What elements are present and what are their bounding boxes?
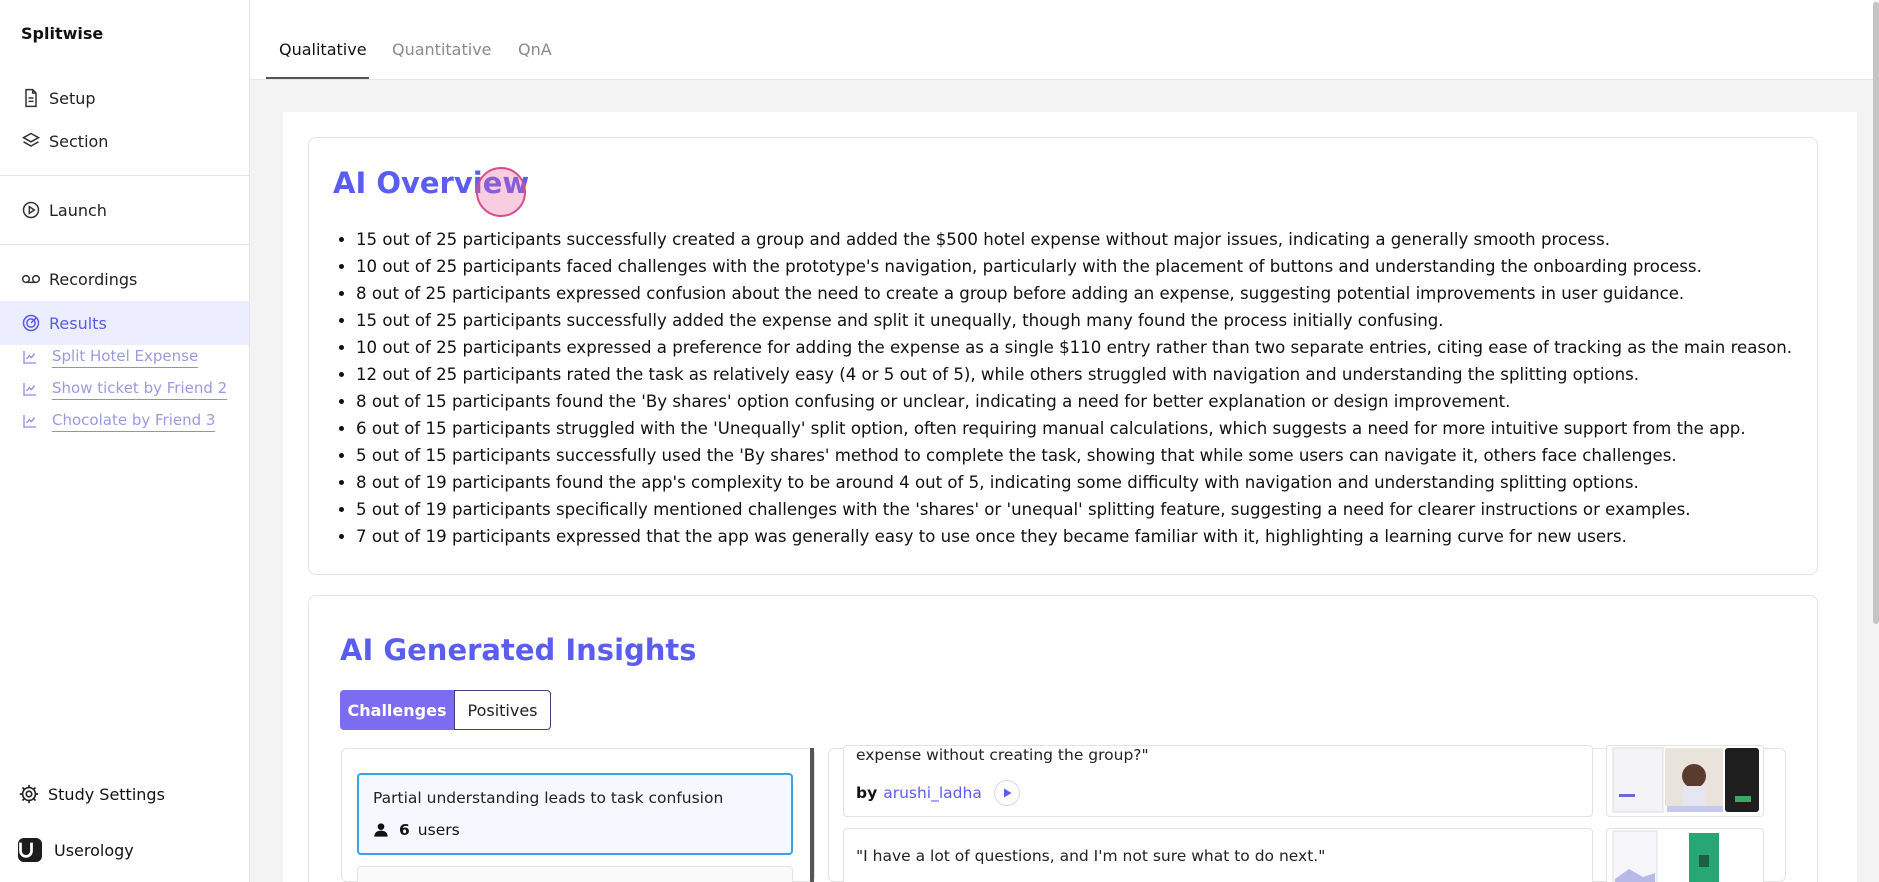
challenge-title: Partial understanding leads to task conf…	[373, 789, 724, 807]
study-settings-label: Study Settings	[48, 784, 165, 804]
overview-bullet: 5 out of 19 participants specifically me…	[356, 496, 1796, 523]
overview-bullet: 10 out of 25 participants expressed a pr…	[356, 334, 1796, 361]
challenge-user-count: 6 users	[373, 821, 460, 839]
overview-bullet: 8 out of 15 participants found the 'By s…	[356, 388, 1796, 415]
overview-bullet: 8 out of 19 participants found the app's…	[356, 469, 1796, 496]
list-scrollbar[interactable]	[810, 748, 814, 882]
challenges-toggle[interactable]: Challenges	[340, 690, 454, 730]
overview-bullet: 15 out of 25 participants successfully c…	[356, 226, 1796, 253]
sidebar-subitem-show-ticket[interactable]: Show ticket by Friend 2	[22, 376, 228, 402]
sidebar-item-label: Setup	[49, 88, 96, 108]
sidebar-item-recordings[interactable]: Recordings	[0, 257, 249, 301]
top-tab-bar: Qualitative Quantitative QnA	[250, 0, 1879, 80]
ai-overview-list: 15 out of 25 participants successfully c…	[356, 226, 1796, 550]
sidebar-item-label: Recordings	[49, 269, 138, 289]
quote-attribution: by arushi_ladha	[856, 780, 1020, 806]
sidebar-divider	[0, 244, 249, 245]
click-cursor-indicator	[476, 167, 526, 217]
sidebar-item-section[interactable]: Section	[0, 119, 249, 163]
tab-quantitative[interactable]: Quantitative	[392, 40, 492, 59]
sidebar-subitem-label: Show ticket by Friend 2	[52, 379, 228, 400]
sidebar-subitem-label: Chocolate by Friend 3	[52, 411, 216, 432]
sidebar-item-label: Launch	[49, 200, 107, 220]
video-frame-icon	[1612, 747, 1759, 813]
user-count-unit: users	[417, 821, 460, 839]
by-label: by	[856, 784, 878, 802]
recording-thumbnail[interactable]	[1606, 828, 1764, 882]
quote-text: expense without creating the group?"	[856, 746, 1149, 764]
quote-card: expense without creating the group?" by …	[843, 745, 1593, 817]
overview-bullet: 15 out of 25 participants successfully a…	[356, 307, 1796, 334]
chart-icon	[23, 415, 36, 428]
sidebar-item-label: Section	[49, 131, 109, 151]
user-count-value: 6	[399, 821, 410, 839]
tab-qna[interactable]: QnA	[518, 40, 552, 59]
voicemail-icon	[21, 274, 41, 284]
video-frame-icon	[1612, 830, 1719, 882]
sidebar-item-setup[interactable]: Setup	[0, 76, 249, 120]
gear-icon	[19, 784, 39, 804]
sidebar-divider	[0, 175, 249, 176]
play-circle-icon	[22, 201, 40, 219]
page-scrollbar-thumb[interactable]	[1873, 2, 1879, 624]
active-tab-indicator	[266, 77, 369, 79]
quote-text: "I have a lot of questions, and I'm not …	[856, 847, 1326, 865]
overview-bullet: 8 out of 25 participants expressed confu…	[356, 280, 1796, 307]
document-icon	[25, 88, 37, 108]
overview-bullet: 5 out of 15 participants successfully us…	[356, 442, 1796, 469]
overview-bullet: 6 out of 15 participants struggled with …	[356, 415, 1796, 442]
ai-insights-title: AI Generated Insights	[340, 633, 697, 667]
play-recording-button[interactable]	[993, 780, 1020, 806]
sidebar-item-results[interactable]: Results	[0, 301, 249, 345]
page-scrollbar[interactable]	[1873, 0, 1879, 882]
recording-thumbnail[interactable]	[1606, 745, 1764, 817]
user-icon	[374, 823, 388, 837]
userology-logo-icon	[18, 838, 42, 862]
org-name: Userology	[54, 840, 134, 860]
chart-icon	[23, 383, 36, 396]
layers-icon	[21, 132, 41, 147]
overview-bullet: 7 out of 19 participants expressed that …	[356, 523, 1796, 550]
chart-icon	[23, 351, 36, 364]
target-icon	[22, 314, 40, 332]
quote-card: "I have a lot of questions, and I'm not …	[843, 828, 1593, 882]
sidebar-subitem-label: Split Hotel Expense	[52, 347, 199, 368]
org-switcher[interactable]: Userology	[0, 828, 249, 872]
sidebar-subitem-split-hotel-expense[interactable]: Split Hotel Expense	[22, 344, 199, 370]
sidebar: Splitwise Setup Section Launch Recording…	[0, 0, 250, 882]
positives-toggle[interactable]: Positives	[454, 690, 551, 730]
sidebar-subitem-chocolate[interactable]: Chocolate by Friend 3	[22, 408, 216, 434]
play-icon	[1003, 788, 1012, 798]
overview-bullet: 12 out of 25 participants rated the task…	[356, 361, 1796, 388]
challenge-card[interactable]	[357, 866, 793, 882]
overview-bullet: 10 out of 25 participants faced challeng…	[356, 253, 1796, 280]
participant-link[interactable]: arushi_ladha	[883, 784, 982, 802]
sidebar-item-launch[interactable]: Launch	[0, 188, 249, 232]
study-settings-button[interactable]: Study Settings	[0, 772, 249, 816]
challenge-card[interactable]: Partial understanding leads to task conf…	[357, 773, 793, 855]
tab-qualitative[interactable]: Qualitative	[279, 40, 367, 59]
sidebar-item-label: Results	[49, 313, 107, 333]
app-name: Splitwise	[21, 24, 104, 43]
